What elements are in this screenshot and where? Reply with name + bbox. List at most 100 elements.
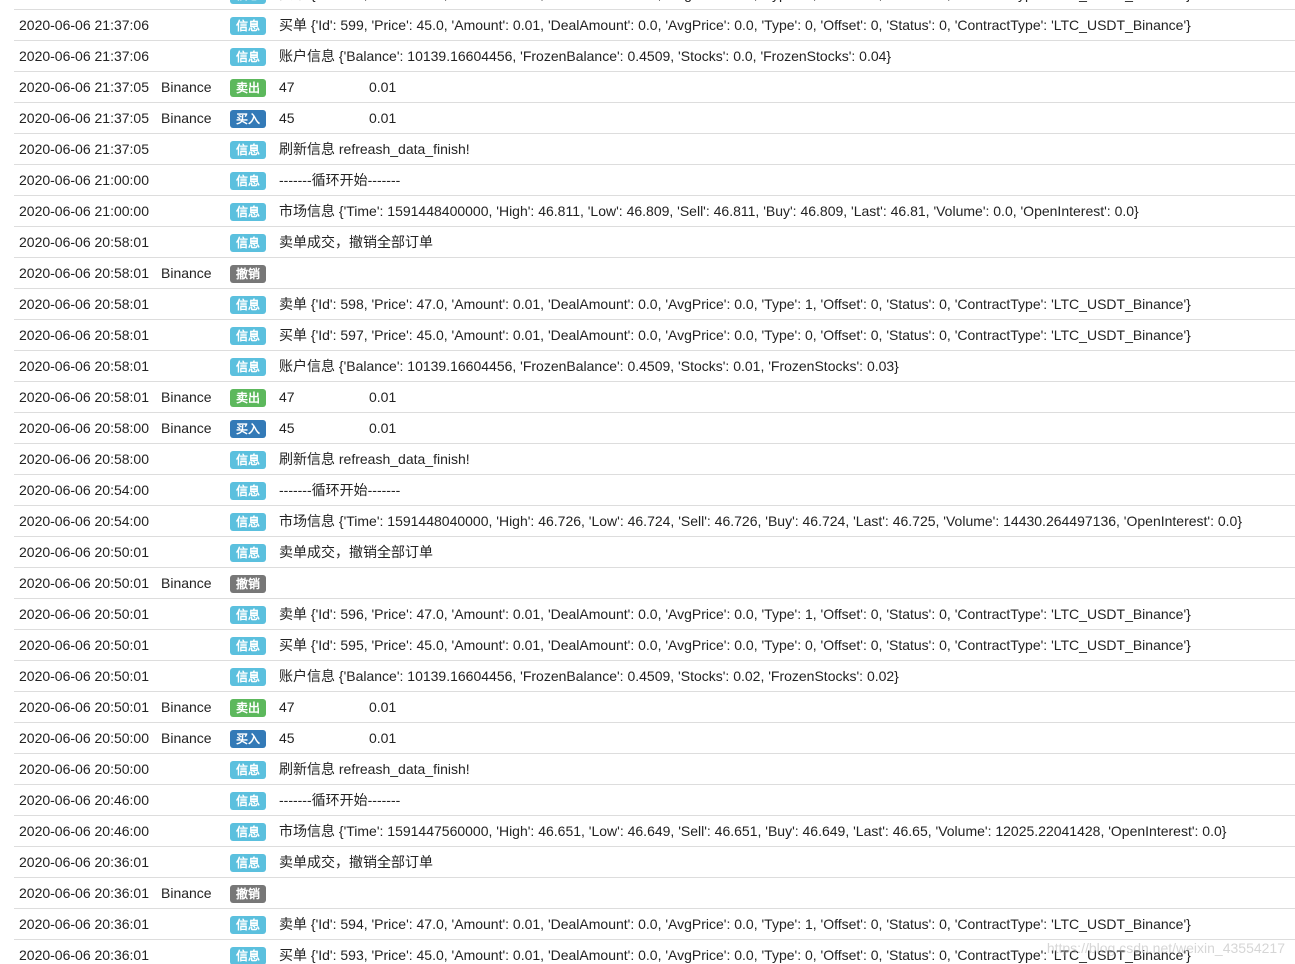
log-row: 2020-06-06 20:36:01 Binance 撤销 bbox=[14, 877, 1295, 909]
log-detail: 45 0.01 bbox=[279, 412, 1295, 444]
log-exchange bbox=[161, 846, 229, 878]
log-exchange: Binance bbox=[161, 381, 229, 413]
log-exchange bbox=[161, 319, 229, 351]
log-type-badge: 撤销 bbox=[230, 575, 266, 594]
log-time: 2020-06-06 21:37:05 bbox=[14, 133, 161, 165]
log-price: 47 bbox=[279, 389, 295, 405]
log-detail: 卖单成交，撤销全部订单 bbox=[279, 536, 1295, 568]
log-exchange bbox=[161, 288, 229, 320]
log-exchange: Binance bbox=[161, 412, 229, 444]
log-row: 2020-06-06 20:36:01 信息 卖单成交，撤销全部订单 bbox=[14, 846, 1295, 878]
log-row: 2020-06-06 21:37:05 Binance 卖出 47 0.01 bbox=[14, 71, 1295, 103]
log-type-cell: 信息 bbox=[229, 815, 279, 847]
log-row: 2020-06-06 20:50:00 Binance 买入 45 0.01 bbox=[14, 722, 1295, 754]
log-message: 市场信息 {'Time': 1591448040000, 'High': 46.… bbox=[279, 513, 1243, 529]
log-type-cell: 信息 bbox=[229, 660, 279, 692]
log-time: 2020-06-06 20:50:01 bbox=[14, 567, 161, 599]
log-detail: 卖单成交，撤销全部订单 bbox=[279, 226, 1295, 258]
log-time: 2020-06-06 20:46:00 bbox=[14, 784, 161, 816]
log-time: 2020-06-06 20:50:00 bbox=[14, 722, 161, 754]
log-exchange bbox=[161, 9, 229, 41]
log-type-cell: 信息 bbox=[229, 443, 279, 475]
log-exchange bbox=[161, 660, 229, 692]
log-row: 2020-06-06 20:54:00 信息 -------循环开始------- bbox=[14, 474, 1295, 506]
log-row: 2020-06-06 20:50:01 信息 卖单 {'Id': 596, 'Pri… bbox=[14, 598, 1295, 630]
log-time: 2020-06-06 20:58:01 bbox=[14, 319, 161, 351]
log-type-badge: 卖出 bbox=[230, 79, 266, 98]
log-exchange bbox=[161, 164, 229, 196]
log-price: 45 bbox=[279, 730, 295, 746]
log-time: 2020-06-06 20:36:01 bbox=[14, 877, 161, 909]
log-row: 2020-06-06 20:58:00 Binance 买入 45 0.01 bbox=[14, 412, 1295, 444]
log-type-badge: 撤销 bbox=[230, 885, 266, 904]
log-time: 2020-06-06 20:58:01 bbox=[14, 350, 161, 382]
log-row: 2020-06-06 20:46:00 信息 市场信息 {'Time': 15914… bbox=[14, 815, 1295, 847]
log-detail: 卖单 {'Id': 600, 'Price': 47.0, 'Amount': … bbox=[279, 0, 1295, 10]
log-message: -------循环开始------- bbox=[279, 792, 401, 808]
log-row: 2020-06-06 21:37:05 Binance 买入 45 0.01 bbox=[14, 102, 1295, 134]
log-time: 2020-06-06 20:50:01 bbox=[14, 629, 161, 661]
log-exchange bbox=[161, 629, 229, 661]
log-detail: 买单 {'Id': 595, 'Price': 45.0, 'Amount': … bbox=[279, 629, 1295, 661]
log-type-badge: 信息 bbox=[230, 606, 266, 625]
log-detail: 卖单成交，撤销全部订单 bbox=[279, 846, 1295, 878]
log-exchange bbox=[161, 536, 229, 568]
log-row: 2020-06-06 20:58:01 信息 卖单 {'Id': 598, 'Pri… bbox=[14, 288, 1295, 320]
log-message: 买单 {'Id': 599, 'Price': 45.0, 'Amount': … bbox=[279, 17, 1191, 33]
log-type-cell: 买入 bbox=[229, 412, 279, 444]
log-time: 2020-06-06 20:58:01 bbox=[14, 288, 161, 320]
log-exchange bbox=[161, 753, 229, 785]
log-time: 2020-06-06 20:58:00 bbox=[14, 443, 161, 475]
log-type-badge: 信息 bbox=[230, 296, 266, 315]
log-type-cell: 信息 bbox=[229, 753, 279, 785]
log-message: 卖单成交，撤销全部订单 bbox=[279, 854, 433, 870]
log-amount: 0.01 bbox=[369, 110, 397, 126]
log-exchange: Binance bbox=[161, 71, 229, 103]
log-detail: 账户信息 {'Balance': 10139.16604456, 'Frozen… bbox=[279, 660, 1295, 692]
log-type-cell: 信息 bbox=[229, 908, 279, 940]
log-exchange bbox=[161, 474, 229, 506]
log-detail: 刷新信息 refreash_data_finish! bbox=[279, 133, 1295, 165]
log-time: 2020-06-06 21:37:06 bbox=[14, 9, 161, 41]
log-type-badge: 卖出 bbox=[230, 699, 266, 718]
log-time: 2020-06-06 21:37:06 bbox=[14, 40, 161, 72]
log-time: 2020-06-06 20:54:00 bbox=[14, 474, 161, 506]
log-type-cell: 卖出 bbox=[229, 71, 279, 103]
log-type-cell: 信息 bbox=[229, 40, 279, 72]
log-time: 2020-06-06 21:37:05 bbox=[14, 71, 161, 103]
log-detail: 账户信息 {'Balance': 10139.16604456, 'Frozen… bbox=[279, 40, 1295, 72]
log-type-cell: 信息 bbox=[229, 629, 279, 661]
log-exchange: Binance bbox=[161, 691, 229, 723]
log-message: 卖单 {'Id': 598, 'Price': 47.0, 'Amount': … bbox=[279, 296, 1191, 312]
log-exchange: Binance bbox=[161, 102, 229, 134]
log-amount: 0.01 bbox=[369, 730, 397, 746]
log-type-badge: 信息 bbox=[230, 0, 266, 5]
log-price: 47 bbox=[279, 699, 295, 715]
log-type-badge: 买入 bbox=[230, 110, 266, 129]
log-type-badge: 信息 bbox=[230, 823, 266, 842]
log-type-cell: 撤销 bbox=[229, 567, 279, 599]
log-time: 2020-06-06 20:50:00 bbox=[14, 753, 161, 785]
log-detail: 刷新信息 refreash_data_finish! bbox=[279, 753, 1295, 785]
log-detail: 卖单 {'Id': 594, 'Price': 47.0, 'Amount': … bbox=[279, 908, 1295, 940]
log-time: 2020-06-06 20:58:01 bbox=[14, 257, 161, 289]
log-type-badge: 信息 bbox=[230, 792, 266, 811]
log-detail: 卖单 {'Id': 598, 'Price': 47.0, 'Amount': … bbox=[279, 288, 1295, 320]
log-exchange: Binance bbox=[161, 877, 229, 909]
log-detail bbox=[279, 567, 1295, 599]
log-row: 2020-06-06 20:50:01 信息 卖单成交，撤销全部订单 bbox=[14, 536, 1295, 568]
log-time: 2020-06-06 21:37:06 bbox=[14, 0, 161, 10]
log-row: 2020-06-06 20:54:00 信息 市场信息 {'Time': 15914… bbox=[14, 505, 1295, 537]
log-exchange bbox=[161, 908, 229, 940]
log-type-cell: 信息 bbox=[229, 350, 279, 382]
log-type-cell: 买入 bbox=[229, 722, 279, 754]
log-row: 2020-06-06 21:37:06 信息 账户信息 {'Balance': 10… bbox=[14, 40, 1295, 72]
log-type-badge: 信息 bbox=[230, 234, 266, 253]
log-exchange bbox=[161, 350, 229, 382]
log-detail: 买单 {'Id': 597, 'Price': 45.0, 'Amount': … bbox=[279, 319, 1295, 351]
log-message: 刷新信息 refreash_data_finish! bbox=[279, 141, 470, 157]
log-type-badge: 信息 bbox=[230, 358, 266, 377]
log-type-cell: 信息 bbox=[229, 536, 279, 568]
log-message: 卖单 {'Id': 594, 'Price': 47.0, 'Amount': … bbox=[279, 916, 1191, 932]
log-detail: -------循环开始------- bbox=[279, 474, 1295, 506]
